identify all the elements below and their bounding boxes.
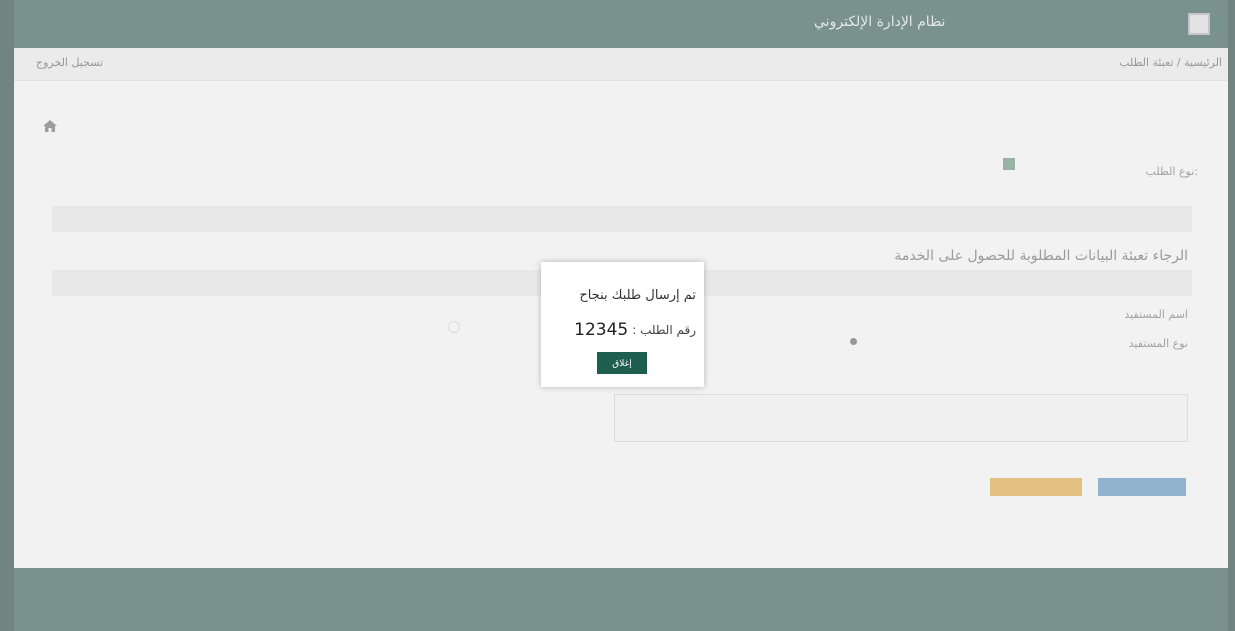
dialog-title: تم إرسال طلبك بنجاح: [579, 288, 696, 303]
request-number: 12345: [574, 320, 629, 340]
request-number-label: رقم الطلب :: [632, 323, 696, 337]
success-dialog: تم إرسال طلبك بنجاح رقم الطلب : 12345 إغ…: [541, 262, 704, 387]
request-number-line: رقم الطلب : 12345: [574, 318, 696, 342]
close-button[interactable]: إغلاق: [597, 352, 647, 374]
